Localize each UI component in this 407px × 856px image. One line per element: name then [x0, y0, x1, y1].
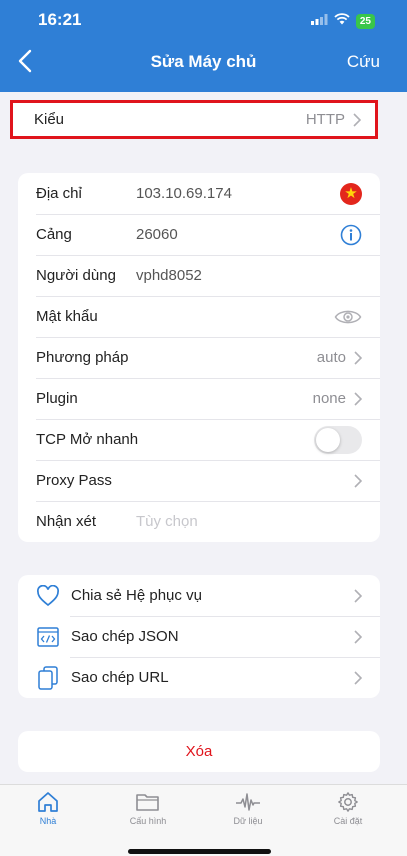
address-label: Địa chỉ — [36, 185, 82, 202]
header: 16:21 25 Sửa Máy chủ Cứu — [0, 0, 407, 92]
tab-settings[interactable]: Cài đặt — [308, 791, 388, 826]
wifi-icon — [334, 12, 350, 30]
proxy-pass-label: Proxy Pass — [36, 472, 112, 489]
chevron-right-icon — [354, 629, 362, 644]
copy-json-button[interactable]: Sao chép JSON — [18, 616, 380, 657]
plugin-value: none — [312, 390, 346, 407]
folder-icon — [136, 794, 159, 811]
code-file-icon — [36, 625, 60, 649]
type-value: HTTP — [305, 111, 345, 128]
waveform-icon — [236, 793, 260, 811]
copy-url-label: Sao chép URL — [71, 669, 169, 686]
proxy-pass-row[interactable]: Proxy Pass — [18, 460, 380, 501]
save-button[interactable]: Cứu — [347, 52, 380, 72]
user-label: Người dùng — [36, 267, 116, 284]
note-input[interactable]: Tùy chọn — [136, 513, 198, 530]
type-label: Kiểu — [34, 111, 65, 128]
port-value[interactable]: 26060 — [136, 226, 178, 243]
server-fields-card: Địa chỉ 103.10.69.174 ★ Cảng 26060 Người… — [18, 173, 380, 542]
tab-settings-label: Cài đặt — [333, 816, 363, 826]
address-row[interactable]: Địa chỉ 103.10.69.174 ★ — [18, 173, 380, 214]
actions-card: Chia sẻ Hệ phục vụ Sao chép JSON Sao ché… — [18, 575, 380, 698]
user-value[interactable]: vphd8052 — [136, 267, 202, 284]
chevron-right-icon — [353, 112, 361, 127]
tab-data[interactable]: Dữ liệu — [208, 791, 288, 826]
status-icons: 25 — [310, 12, 375, 30]
home-indicator — [128, 849, 271, 854]
tab-home-label: Nhà — [39, 816, 57, 826]
method-value: auto — [316, 349, 346, 366]
chevron-right-icon — [354, 670, 362, 685]
delete-button[interactable]: Xóa — [18, 731, 380, 772]
copy-json-label: Sao chép JSON — [71, 628, 179, 645]
status-time: 16:21 — [38, 10, 82, 29]
chevron-right-icon — [354, 588, 362, 603]
method-label: Phương pháp — [36, 349, 129, 366]
method-row[interactable]: Phương pháp auto — [18, 337, 380, 378]
plugin-row[interactable]: Plugin none — [18, 378, 380, 419]
note-label: Nhận xét — [36, 513, 97, 530]
vietnam-flag-icon[interactable]: ★ — [340, 182, 362, 205]
chevron-right-icon — [354, 391, 362, 406]
type-row[interactable]: Kiểu HTTP — [10, 100, 378, 139]
tab-bar: Nhà Cấu hình Dữ liệu Cài đặt — [0, 784, 407, 856]
port-label: Cảng — [36, 226, 72, 243]
battery-icon: 25 — [355, 13, 375, 29]
info-icon[interactable] — [340, 224, 362, 246]
port-row[interactable]: Cảng 26060 — [18, 214, 380, 255]
home-icon — [38, 792, 58, 812]
tab-data-label: Dữ liệu — [233, 816, 263, 826]
copy-url-button[interactable]: Sao chép URL — [18, 657, 380, 698]
password-label: Mật khẩu — [36, 308, 98, 325]
share-server-label: Chia sẻ Hệ phục vụ — [71, 587, 202, 604]
tab-config-label: Cấu hình — [129, 816, 167, 826]
plugin-label: Plugin — [36, 390, 78, 407]
heart-icon — [36, 584, 60, 608]
user-row[interactable]: Người dùng vphd8052 — [18, 255, 380, 296]
gear-icon — [338, 792, 358, 812]
chevron-right-icon — [354, 350, 362, 365]
tcp-fast-open-label: TCP Mở nhanh — [36, 431, 139, 448]
eye-icon[interactable] — [334, 308, 362, 326]
chevron-right-icon — [354, 473, 362, 488]
note-row[interactable]: Nhận xét Tùy chọn — [18, 501, 380, 542]
tab-config[interactable]: Cấu hình — [108, 791, 188, 826]
signal-icon — [310, 12, 328, 30]
copy-icon — [36, 665, 60, 690]
share-server-button[interactable]: Chia sẻ Hệ phục vụ — [18, 575, 380, 616]
address-value[interactable]: 103.10.69.174 — [136, 185, 232, 202]
tcp-fast-open-row: TCP Mở nhanh — [18, 419, 380, 460]
tab-home[interactable]: Nhà — [8, 791, 88, 826]
password-row[interactable]: Mật khẩu — [18, 296, 380, 337]
tcp-fast-open-toggle[interactable] — [314, 425, 362, 454]
